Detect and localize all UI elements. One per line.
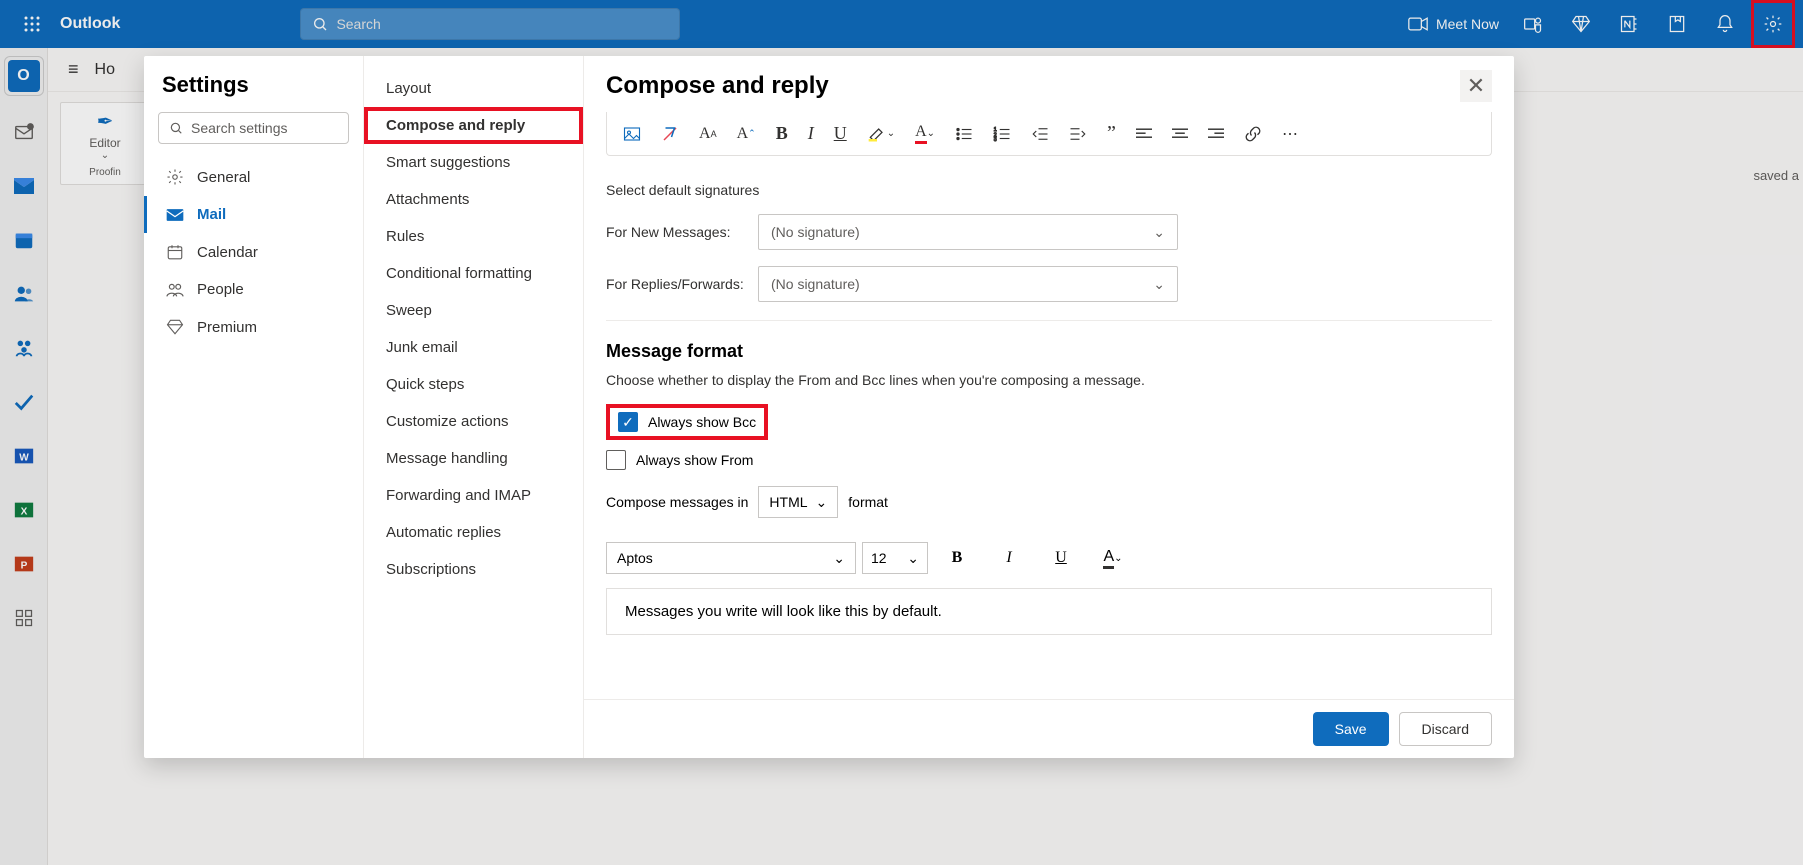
bold-button[interactable]: B (934, 542, 980, 574)
sub-junk-email[interactable]: Junk email (364, 329, 583, 366)
sub-sweep[interactable]: Sweep (364, 292, 583, 329)
message-preview: Messages you write will look like this b… (606, 588, 1492, 635)
font-color-button[interactable]: A ⌄ (1090, 542, 1136, 574)
signature-toolbar: AA A⌃ B I U ⌄ A⌄ 123 ” ⋯ (606, 112, 1492, 156)
compose-format-row: Compose messages in HTML ⌄ format (606, 486, 1492, 518)
sub-automatic-replies[interactable]: Automatic replies (364, 514, 583, 551)
always-show-from-label: Always show From (636, 452, 753, 468)
sub-smart-suggestions[interactable]: Smart suggestions (364, 144, 583, 181)
insert-image-icon[interactable] (623, 126, 641, 142)
category-people[interactable]: People (144, 271, 363, 308)
mail-icon (165, 207, 185, 223)
search-settings-input[interactable]: Search settings (158, 112, 349, 144)
number-list-icon[interactable]: 123 (993, 126, 1011, 142)
save-button[interactable]: Save (1313, 712, 1389, 746)
settings-subcategories: Layout Compose and reply Smart suggestio… (364, 56, 584, 758)
indent-icon[interactable] (1069, 126, 1087, 142)
align-right-icon[interactable] (1208, 127, 1224, 141)
settings-pane: Compose and reply ✕ AA A⌃ B I U ⌄ A⌄ 123… (584, 56, 1514, 758)
always-show-from-checkbox[interactable] (606, 450, 626, 470)
font-size-icon[interactable]: A⌃ (737, 125, 756, 143)
compose-format-select[interactable]: HTML ⌄ (758, 486, 838, 518)
sub-subscriptions[interactable]: Subscriptions (364, 551, 583, 588)
category-mail[interactable]: Mail (144, 196, 363, 233)
discard-button[interactable]: Discard (1399, 712, 1492, 746)
category-general[interactable]: General (144, 158, 363, 196)
signature-defaults: Select default signatures For New Messag… (606, 182, 1492, 302)
align-center-icon[interactable] (1172, 127, 1188, 141)
message-format-section: Message format Choose whether to display… (606, 341, 1492, 635)
quote-icon[interactable]: ” (1107, 122, 1116, 145)
category-calendar[interactable]: Calendar (144, 233, 363, 271)
always-show-bcc-label: Always show Bcc (648, 414, 756, 430)
sub-quick-steps[interactable]: Quick steps (364, 366, 583, 403)
align-left-icon[interactable] (1136, 127, 1152, 141)
settings-dialog: Settings Search settings General Mail Ca… (144, 56, 1514, 758)
chevron-down-icon: ⌄ (1153, 224, 1165, 241)
divider (606, 320, 1492, 321)
reply-signature-select[interactable]: (No signature) ⌄ (758, 266, 1178, 302)
pane-footer: Save Discard (584, 699, 1514, 758)
settings-categories: Settings Search settings General Mail Ca… (144, 56, 364, 758)
italic-button[interactable]: I (986, 542, 1032, 574)
chevron-down-icon: ⌄ (833, 550, 845, 567)
sub-rules[interactable]: Rules (364, 218, 583, 255)
settings-title: Settings (144, 72, 363, 112)
message-format-desc: Choose whether to display the From and B… (606, 372, 1492, 388)
highlight-icon[interactable]: ⌄ (867, 125, 895, 143)
chevron-down-icon: ⌄ (816, 494, 828, 511)
always-show-bcc-checkbox[interactable]: ✓ (618, 412, 638, 432)
category-premium[interactable]: Premium (144, 308, 363, 346)
chevron-down-icon: ⌄ (1153, 276, 1165, 293)
chevron-down-icon: ⌄ (907, 550, 919, 567)
people-icon (165, 282, 185, 298)
sub-conditional-formatting[interactable]: Conditional formatting (364, 255, 583, 292)
bold-icon[interactable]: B (776, 123, 788, 144)
sig-default-label: Select default signatures (606, 182, 1492, 198)
font-size-select[interactable]: 12 ⌄ (862, 542, 928, 574)
diamond-icon (165, 318, 185, 336)
underline-icon[interactable]: U (834, 123, 847, 144)
link-icon[interactable] (1244, 125, 1262, 143)
sub-forwarding-imap[interactable]: Forwarding and IMAP (364, 477, 583, 514)
sub-message-handling[interactable]: Message handling (364, 440, 583, 477)
for-new-label: For New Messages: (606, 224, 744, 240)
always-show-from-row: Always show From (606, 450, 1492, 470)
more-icon[interactable]: ⋯ (1282, 124, 1298, 144)
message-format-title: Message format (606, 341, 1492, 362)
for-replies-label: For Replies/Forwards: (606, 276, 744, 292)
sub-layout[interactable]: Layout (364, 70, 583, 107)
font-family-select[interactable]: Aptos ⌄ (606, 542, 856, 574)
default-font-row: Aptos ⌄ 12 ⌄ B I U A ⌄ (606, 542, 1492, 574)
close-button[interactable]: ✕ (1460, 70, 1492, 102)
calendar-icon (165, 243, 185, 261)
clear-format-icon[interactable] (661, 125, 679, 143)
outdent-icon[interactable] (1031, 126, 1049, 142)
underline-button[interactable]: U (1038, 542, 1084, 574)
always-show-bcc-row: ✓ Always show Bcc (606, 404, 768, 440)
font-name-icon[interactable]: AA (699, 125, 717, 143)
pane-title: Compose and reply (606, 72, 829, 100)
sub-attachments[interactable]: Attachments (364, 181, 583, 218)
sub-customize-actions[interactable]: Customize actions (364, 403, 583, 440)
sub-compose-reply[interactable]: Compose and reply (364, 107, 583, 144)
bullet-list-icon[interactable] (955, 126, 973, 142)
gear-icon (165, 168, 185, 186)
svg-text:3: 3 (994, 136, 997, 141)
font-color-icon[interactable]: A⌄ (915, 123, 935, 144)
new-message-signature-select[interactable]: (No signature) ⌄ (758, 214, 1178, 250)
italic-icon[interactable]: I (808, 123, 814, 144)
